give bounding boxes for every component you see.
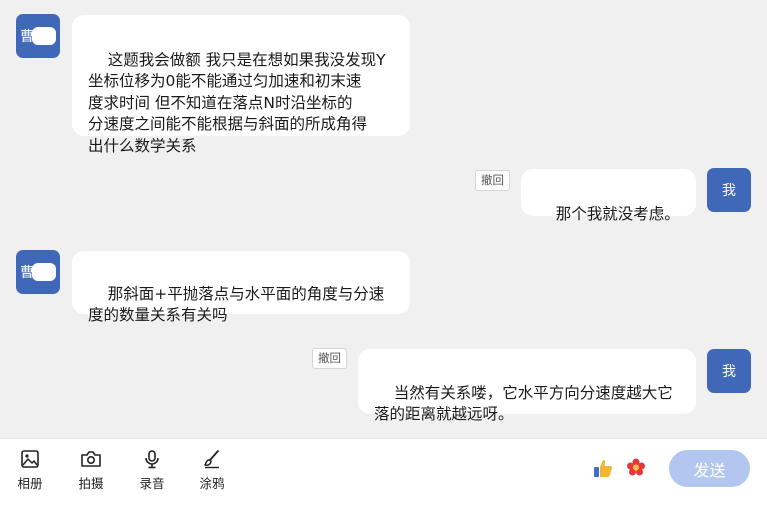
message-text: 那斜面+平抛落点与水平面的角度与分速 度的数量关系有关吗 (88, 284, 385, 325)
image-icon (21, 450, 39, 468)
flower-button[interactable] (625, 457, 647, 483)
message-bubble-incoming[interactable]: 那斜面+平抛落点与水平面的角度与分速 度的数量关系有关吗 (72, 251, 410, 324)
send-label: 发送 (693, 460, 726, 480)
recall-button[interactable]: 撤回 (312, 348, 347, 369)
chat-area[interactable]: 曹 这题我会做额 我只是在想如果我没发现Y 坐标位移为0能不能通过匀加速和初末速… (0, 0, 767, 438)
recall-label: 撤回 (318, 351, 341, 365)
name-redaction (32, 27, 56, 45)
recall-button[interactable]: 撤回 (475, 170, 510, 191)
avatar-initial: 我 (722, 364, 736, 380)
message-bubble-outgoing[interactable]: 那个我就没考虑。 (521, 169, 696, 223)
avatar-initial: 我 (722, 183, 736, 199)
message-bubble-incoming[interactable]: 这题我会做额 我只是在想如果我没发现Y 坐标位移为0能不能通过匀加速和初末速 度… (72, 15, 410, 155)
my-avatar[interactable]: 我 (707, 349, 751, 393)
brush-icon (204, 450, 219, 469)
album-label: 相册 (17, 476, 43, 491)
contact-avatar[interactable]: 曹 (16, 14, 60, 58)
recall-label: 撤回 (481, 173, 504, 187)
record-button[interactable]: 录音 (130, 449, 174, 492)
camera-button[interactable]: 拍摄 (69, 449, 113, 492)
message-bubble-outgoing[interactable]: 当然有关系喽，它水平方向分速度越大它 落的距离就越远呀。 (358, 349, 696, 423)
my-avatar[interactable]: 我 (707, 168, 751, 212)
contact-avatar[interactable]: 曹 (16, 250, 60, 294)
message-text: 这题我会做额 我只是在想如果我没发现Y 坐标位移为0能不能通过匀加速和初末速 度… (88, 50, 386, 155)
camera-label: 拍摄 (78, 476, 104, 491)
message-text: 当然有关系喽，它水平方向分速度越大它 落的距离就越远呀。 (374, 383, 673, 424)
thumbs-up-icon (594, 460, 612, 477)
doodle-label: 涂鸦 (199, 476, 225, 491)
thumbs-up-button[interactable] (592, 457, 614, 483)
message-text: 那个我就没考虑。 (555, 204, 680, 223)
record-label: 录音 (139, 476, 165, 491)
microphone-icon (145, 450, 159, 469)
doodle-button[interactable]: 涂鸦 (190, 449, 234, 492)
name-redaction (32, 263, 56, 281)
album-button[interactable]: 相册 (8, 449, 52, 492)
flower-icon (627, 458, 645, 476)
send-button[interactable]: 发送 (669, 450, 750, 487)
input-toolbar: 相册 拍摄 录音 涂鸦 (0, 438, 767, 510)
camera-icon (81, 451, 101, 467)
